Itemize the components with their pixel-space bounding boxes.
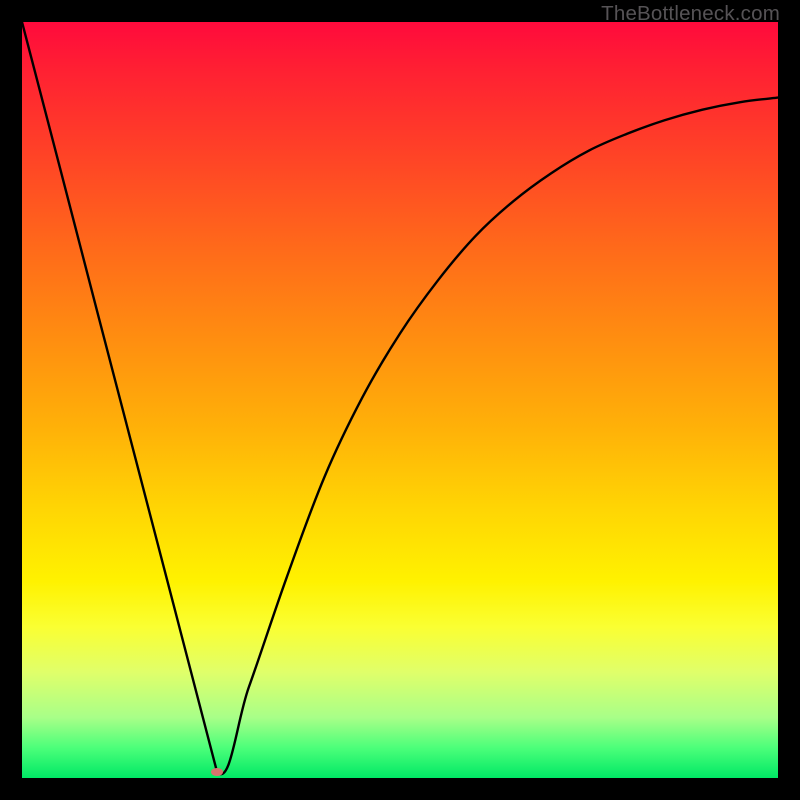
watermark-text: TheBottleneck.com — [601, 2, 780, 26]
minimum-marker — [211, 768, 223, 776]
plot-area — [22, 22, 778, 778]
bottleneck-curve — [22, 22, 778, 778]
chart-frame: TheBottleneck.com — [0, 0, 800, 800]
